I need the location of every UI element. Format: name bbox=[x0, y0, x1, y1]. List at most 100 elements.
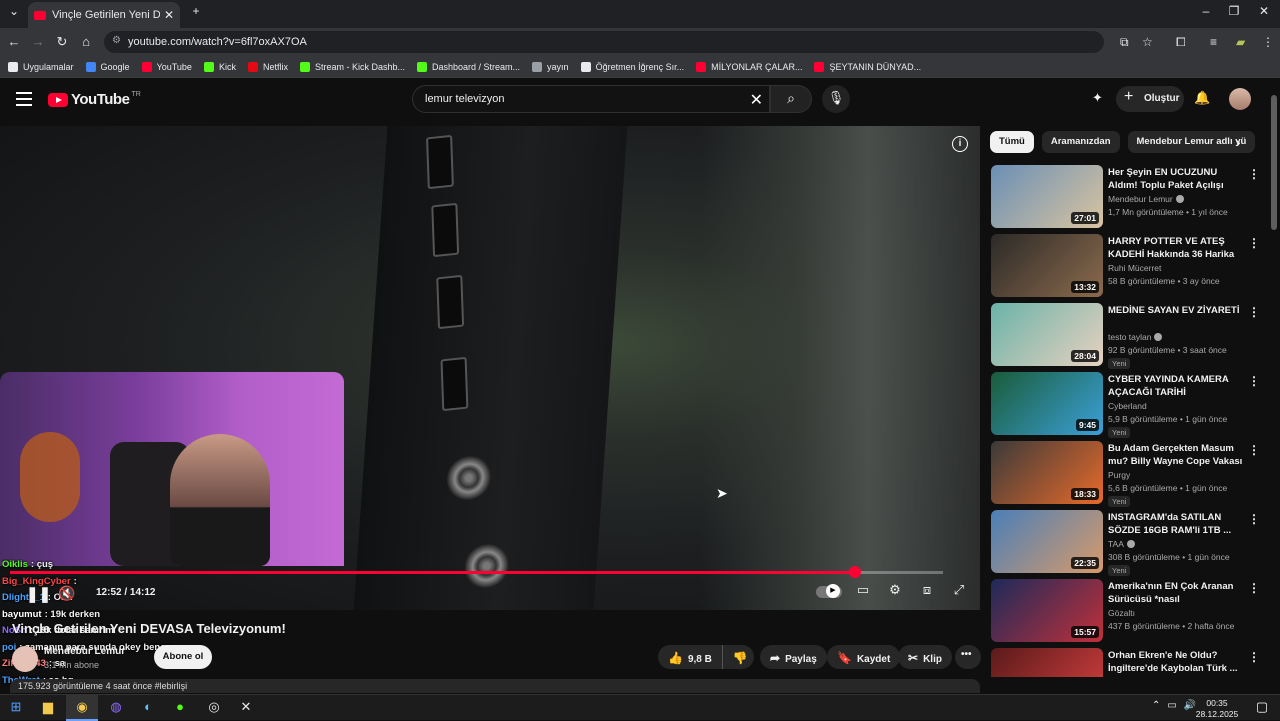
bookmark-item[interactable]: Google bbox=[85, 61, 130, 72]
recommended-video[interactable]: Orhan Ekren'e Ne Oldu? İngiltere'de Kayb… bbox=[990, 648, 1262, 677]
bookmark-item[interactable]: ŞEYTANIN DÜNYAD... bbox=[814, 61, 921, 72]
bookmark-item[interactable]: Kick bbox=[203, 61, 236, 72]
browser-menu-icon[interactable]: ⋮ bbox=[1262, 35, 1274, 49]
notifications-icon[interactable]: ▢ bbox=[1252, 699, 1272, 717]
filter-chip[interactable]: Aramanızdan bbox=[1041, 131, 1120, 153]
notifications-bell-icon[interactable]: 🔔 bbox=[1194, 90, 1210, 106]
more-options-icon[interactable]: ⋮ bbox=[1248, 167, 1260, 181]
subtitles-icon[interactable]: ▭ bbox=[852, 582, 874, 602]
bookmark-item[interactable]: Öğretmen İğrenç Sır... bbox=[580, 61, 684, 72]
windows-start-icon[interactable]: ⊞ bbox=[6, 699, 26, 717]
like-button[interactable]: 👍 9,8 B bbox=[658, 645, 723, 669]
obs-icon[interactable]: ◎ bbox=[204, 699, 224, 717]
more-options-icon[interactable]: ⋮ bbox=[1248, 650, 1260, 664]
share-button[interactable]: ➦ Paylaş bbox=[760, 645, 827, 669]
channel-name[interactable]: Cyberland bbox=[1108, 401, 1147, 411]
more-options-icon[interactable]: ⋮ bbox=[1248, 374, 1260, 388]
bookmark-item[interactable]: YouTube bbox=[141, 61, 192, 72]
voice-search-icon[interactable]: 🎙 bbox=[822, 85, 850, 113]
settings-gear-icon[interactable]: ⚙ bbox=[884, 582, 906, 602]
video-thumbnail[interactable]: 15:57 bbox=[991, 579, 1103, 642]
clear-search-icon[interactable]: ✕ bbox=[750, 90, 763, 110]
info-icon[interactable]: i bbox=[952, 136, 968, 152]
page-scrollbar[interactable] bbox=[1271, 95, 1277, 230]
autoplay-toggle[interactable] bbox=[816, 584, 842, 598]
more-options-icon[interactable]: ⋮ bbox=[1248, 581, 1260, 595]
channel-name[interactable]: Mendebur Lemur bbox=[44, 646, 125, 657]
channel-name[interactable]: testo taylan bbox=[1108, 332, 1163, 342]
url-field[interactable]: ⚙ youtube.com/watch?v=6fl7oxAX7OA bbox=[104, 31, 1104, 53]
file-explorer-icon[interactable]: ▆ bbox=[38, 699, 58, 717]
close-window-icon[interactable]: ✕ bbox=[1254, 4, 1274, 18]
profile-icon[interactable]: ▰ bbox=[1236, 35, 1245, 49]
channel-name[interactable]: Gözaltı bbox=[1108, 608, 1135, 618]
network-icon[interactable]: ▭ bbox=[1167, 700, 1176, 711]
chrome-icon[interactable]: ◉ bbox=[72, 699, 92, 717]
save-button[interactable]: 🔖 Kaydet bbox=[827, 645, 901, 669]
progress-bar[interactable] bbox=[10, 566, 943, 578]
recommended-video[interactable]: 28:04 MEDİNE SAYAN EV ZİYARETİ testo tayla… bbox=[990, 303, 1262, 369]
youtube-logo[interactable]: YouTube TR bbox=[48, 91, 141, 108]
video-thumbnail[interactable]: 9:45 bbox=[991, 372, 1103, 435]
new-tab-icon[interactable]: + bbox=[186, 4, 206, 18]
video-thumbnail[interactable] bbox=[991, 648, 1103, 677]
dislike-button[interactable]: 👎 bbox=[723, 645, 753, 669]
forward-icon[interactable]: → bbox=[30, 34, 46, 49]
bookmark-star-icon[interactable]: ☆ bbox=[1142, 35, 1153, 49]
recommended-video[interactable]: 13:32 HARRY POTTER VE ATEŞ KADEHİ Hakkınd… bbox=[990, 234, 1262, 298]
bookmark-item[interactable]: Netflix bbox=[247, 61, 288, 72]
search-button[interactable]: ⌕ bbox=[770, 85, 812, 113]
more-options-icon[interactable]: ⋮ bbox=[1248, 512, 1260, 526]
channel-name[interactable]: Purgy bbox=[1108, 470, 1130, 480]
video-thumbnail[interactable]: 18:33 bbox=[991, 441, 1103, 504]
recommended-video[interactable]: 18:33 Bu Adam Gerçekten Masum mu? Billy W… bbox=[990, 441, 1262, 507]
chevron-up-icon[interactable]: ⌃ bbox=[1152, 700, 1160, 711]
more-actions-button[interactable]: ••• bbox=[955, 645, 981, 669]
close-tab-icon[interactable]: ✕ bbox=[164, 8, 174, 22]
recommended-video[interactable]: 15:57 Amerika'nın EN Çok Aranan Sürücüsü … bbox=[990, 579, 1262, 643]
filter-chip[interactable]: Tümü bbox=[990, 131, 1034, 153]
capcut-icon[interactable]: ✕ bbox=[236, 699, 256, 717]
chevron-right-icon[interactable]: › bbox=[1236, 134, 1241, 150]
video-thumbnail[interactable]: 27:01 bbox=[991, 165, 1103, 228]
more-options-icon[interactable]: ⋮ bbox=[1248, 305, 1260, 319]
pause-icon[interactable]: ❚❚ bbox=[26, 585, 51, 603]
reload-icon[interactable]: ↻ bbox=[54, 34, 70, 50]
kick-icon[interactable]: ● bbox=[170, 699, 190, 717]
channel-name[interactable]: Mendebur Lemur bbox=[1108, 194, 1184, 204]
home-icon[interactable]: ⌂ bbox=[78, 34, 94, 49]
minimize-icon[interactable]: – bbox=[1196, 4, 1216, 18]
more-options-icon[interactable]: ⋮ bbox=[1248, 236, 1260, 250]
reading-list-icon[interactable]: ≡ bbox=[1210, 35, 1217, 49]
recommended-video[interactable]: 9:45 CYBER YAYINDA KAMERA AÇACAĞI TARİHİ … bbox=[990, 372, 1262, 438]
search-input[interactable]: lemur televizyon ✕ bbox=[412, 85, 770, 113]
site-info-icon[interactable]: ⚙ bbox=[112, 35, 121, 46]
browser-tab[interactable]: Vinçle Getirilen Yeni DEVASA Te ✕ bbox=[28, 2, 180, 28]
hamburger-menu-icon[interactable] bbox=[16, 92, 32, 106]
channel-name[interactable]: Ruhi Mücerret bbox=[1108, 263, 1161, 273]
account-avatar[interactable] bbox=[1229, 88, 1251, 110]
system-clock[interactable]: 00:35 28.12.2025 bbox=[1192, 698, 1242, 720]
channel-avatar[interactable] bbox=[12, 646, 38, 672]
install-app-icon[interactable]: ⧉ bbox=[1120, 35, 1129, 50]
bookmark-item[interactable]: Stream - Kick Dashb... bbox=[299, 61, 405, 72]
video-thumbnail[interactable]: 13:32 bbox=[991, 234, 1103, 297]
recommended-video[interactable]: 22:35 INSTAGRAM'da SATILAN SÖZDE 16GB RAM… bbox=[990, 510, 1262, 576]
ai-sparkle-icon[interactable]: ✦ bbox=[1092, 90, 1103, 106]
discord-icon[interactable]: ◍ bbox=[106, 699, 126, 717]
more-options-icon[interactable]: ⋮ bbox=[1248, 443, 1260, 457]
miniplayer-icon[interactable]: ⧈ bbox=[916, 582, 938, 602]
clip-button[interactable]: ✂ Klip bbox=[898, 645, 952, 669]
bookmark-item[interactable]: Dashboard / Stream... bbox=[417, 61, 520, 72]
fullscreen-icon[interactable]: ⤢ bbox=[948, 582, 970, 602]
bookmark-item[interactable]: MİLYONLAR ÇALAR... bbox=[696, 61, 802, 72]
description-box[interactable]: 175.923 görüntüleme 4 saat önce #lebirli… bbox=[10, 679, 980, 693]
tab-list-icon[interactable]: ⌄ bbox=[4, 4, 24, 18]
subscribe-button[interactable]: Abone ol bbox=[154, 645, 212, 669]
restore-icon[interactable]: ❐ bbox=[1224, 4, 1244, 18]
create-button[interactable]: + Oluştur bbox=[1116, 86, 1184, 112]
bookmark-item[interactable]: Uygulamalar bbox=[8, 61, 74, 72]
mute-icon[interactable]: 🔇 bbox=[58, 585, 75, 602]
video-thumbnail[interactable]: 22:35 bbox=[991, 510, 1103, 573]
video-thumbnail[interactable]: 28:04 bbox=[991, 303, 1103, 366]
